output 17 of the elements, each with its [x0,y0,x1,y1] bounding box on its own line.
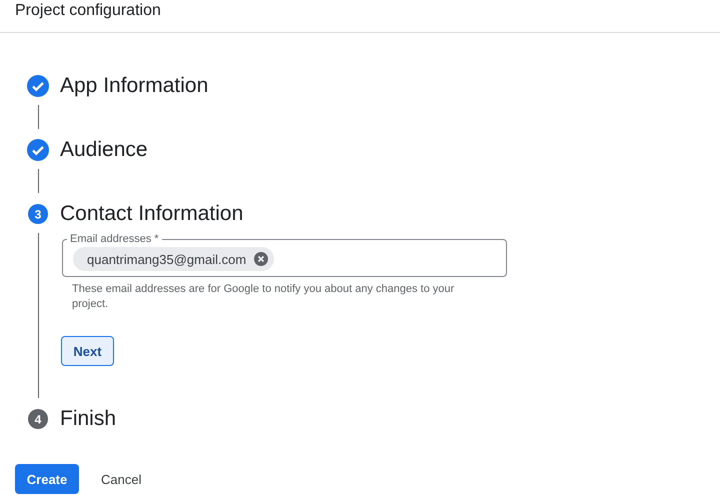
check-icon [27,139,49,161]
step-number: 3 [27,203,49,225]
create-button[interactable]: Create [15,464,79,494]
email-chip[interactable]: quantrimang35@gmail.com [73,247,274,271]
email-field[interactable]: Email addresses * quantrimang35@gmail.com [62,232,507,277]
check-icon [27,75,49,97]
step-title[interactable]: Finish [60,404,116,434]
step-number: 4 [27,408,49,430]
helper-text: These email addresses are for Google to notify you about any changes to your project. [72,282,456,312]
page-title: Project configuration [15,1,161,21]
step-title[interactable]: Audience [60,135,148,165]
remove-icon[interactable] [254,252,268,266]
field-label: Email addresses * [69,232,160,246]
next-button[interactable]: Next [61,336,114,366]
cancel-button[interactable]: Cancel [97,468,146,490]
step-title[interactable]: Contact Information [60,199,244,229]
step-title[interactable]: App Information [60,71,208,101]
